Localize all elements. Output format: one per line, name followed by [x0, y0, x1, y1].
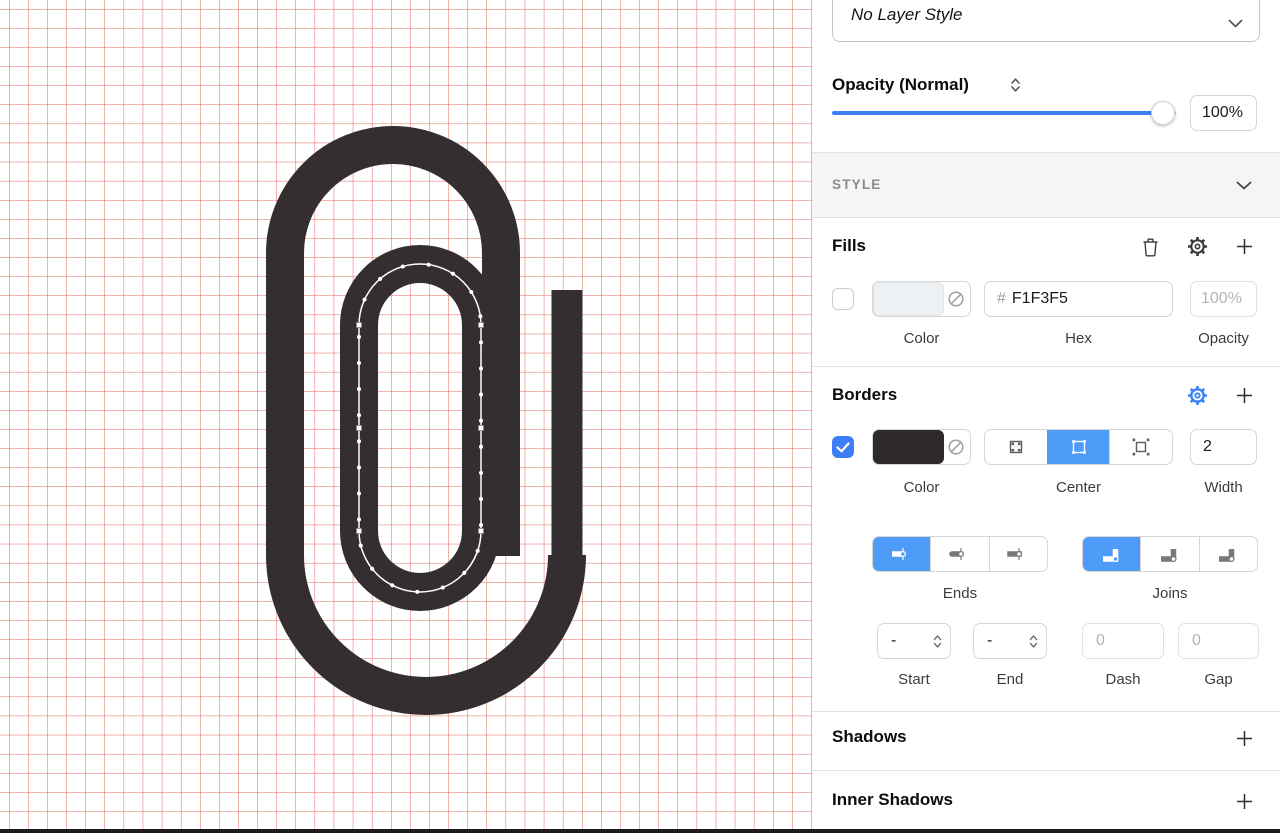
- no-color-icon: [948, 439, 964, 455]
- arrow-end-value: -: [987, 632, 993, 649]
- vector-handle[interactable]: [356, 425, 362, 431]
- style-section-header[interactable]: STYLE: [812, 153, 1280, 217]
- opacity-value: 100%: [1202, 104, 1243, 121]
- end-cap-butt[interactable]: [873, 537, 931, 571]
- checkmark-icon: [836, 441, 850, 452]
- end-cap-square[interactable]: [988, 537, 1047, 571]
- ends-label: Ends: [942, 585, 978, 602]
- border-color-label: Color: [903, 479, 940, 496]
- arrow-end-dropdown[interactable]: -: [973, 623, 1047, 659]
- gap-value: 0: [1192, 632, 1201, 649]
- border-position-label: Center: [1055, 479, 1102, 496]
- border-width-value: 2: [1203, 438, 1212, 455]
- fill-hex-label: Hex: [1065, 330, 1092, 347]
- vector-handle[interactable]: [478, 322, 484, 328]
- blend-mode-stepper-icon[interactable]: [1010, 76, 1021, 94]
- divider: [812, 770, 1280, 771]
- dash-field[interactable]: 0: [1082, 623, 1164, 659]
- fill-color-swatch[interactable]: [872, 281, 971, 317]
- add-shadow-icon[interactable]: [1236, 730, 1253, 747]
- vector-handle[interactable]: [478, 425, 484, 431]
- add-fill-icon[interactable]: [1236, 238, 1253, 255]
- border-width-label: Width: [1204, 479, 1243, 496]
- fill-color-label: Color: [903, 330, 940, 347]
- window-bottom-edge: [0, 829, 1280, 833]
- start-label: Start: [898, 671, 930, 688]
- border-position-center[interactable]: [1046, 430, 1110, 464]
- round-join-icon: [1160, 548, 1177, 562]
- fill-color-chip: [873, 282, 944, 316]
- border-enabled-checkbox[interactable]: [832, 436, 854, 458]
- gap-field[interactable]: 0: [1178, 623, 1259, 659]
- dash-label: Dash: [1105, 671, 1141, 688]
- borders-gear-icon[interactable]: [1187, 385, 1208, 406]
- style-section-label: STYLE: [832, 177, 882, 192]
- join-round[interactable]: [1140, 537, 1198, 571]
- vector-handle[interactable]: [356, 528, 362, 534]
- border-position-inside[interactable]: [985, 430, 1047, 464]
- fill-opacity-value: 100%: [1201, 290, 1242, 307]
- line-ends-segmented: [872, 536, 1048, 572]
- fill-opacity-label: Opacity: [1198, 330, 1249, 347]
- border-color-swatch[interactable]: [872, 429, 971, 465]
- dash-value: 0: [1096, 632, 1105, 649]
- stepper-icon[interactable]: [933, 634, 942, 649]
- joins-label: Joins: [1152, 585, 1188, 602]
- divider: [812, 217, 1280, 218]
- opacity-slider-track[interactable]: [832, 111, 1176, 115]
- borders-title: Borders: [832, 385, 898, 404]
- stepper-icon[interactable]: [1029, 634, 1038, 649]
- layer-style-dropdown[interactable]: No Layer Style: [832, 0, 1260, 42]
- canvas-svg[interactable]: [0, 0, 812, 833]
- join-bevel[interactable]: [1198, 537, 1257, 571]
- fill-enabled-checkbox[interactable]: [832, 288, 854, 310]
- border-center-icon: [1071, 440, 1086, 454]
- opacity-value-field[interactable]: 100%: [1190, 95, 1257, 131]
- inner-shadows-title: Inner Shadows: [832, 790, 953, 809]
- vector-handle[interactable]: [478, 528, 484, 534]
- shadows-title: Shadows: [832, 727, 907, 746]
- border-color-chip: [873, 430, 944, 464]
- bevel-join-icon: [1219, 548, 1235, 562]
- arrow-start-value: -: [891, 632, 897, 649]
- fill-hex-field[interactable]: # F1F3F5: [984, 281, 1173, 317]
- chevron-down-icon[interactable]: [1228, 19, 1243, 28]
- chevron-down-icon[interactable]: [1236, 181, 1252, 190]
- no-color-icon: [948, 291, 964, 307]
- gap-label: Gap: [1204, 671, 1233, 688]
- layer-style-value: No Layer Style: [851, 5, 963, 24]
- end-label: End: [996, 671, 1024, 688]
- fills-gear-icon[interactable]: [1187, 236, 1208, 257]
- opacity-section-label: Opacity (Normal): [832, 75, 969, 94]
- hex-prefix: #: [997, 290, 1006, 307]
- round-cap-icon: [949, 548, 965, 560]
- fill-opacity-field[interactable]: 100%: [1190, 281, 1257, 317]
- add-inner-shadow-icon[interactable]: [1236, 793, 1253, 810]
- opacity-slider-thumb[interactable]: [1151, 101, 1175, 125]
- inspector-panel: No Layer Style Opacity (Normal) 100% STY…: [812, 0, 1280, 833]
- divider: [812, 366, 1280, 367]
- butt-cap-icon: [891, 548, 906, 560]
- fills-title: Fills: [832, 236, 867, 255]
- end-cap-round[interactable]: [930, 537, 988, 571]
- border-inside-icon: [1009, 440, 1023, 454]
- miter-join-icon: [1102, 548, 1119, 562]
- line-joins-segmented: [1082, 536, 1258, 572]
- divider: [812, 711, 1280, 712]
- border-position-outside[interactable]: [1109, 430, 1172, 464]
- add-border-icon[interactable]: [1236, 387, 1253, 404]
- canvas-area[interactable]: [0, 0, 812, 833]
- fill-hex-value: F1F3F5: [1011, 290, 1068, 307]
- trash-icon[interactable]: [1141, 237, 1160, 258]
- vector-handle[interactable]: [356, 322, 362, 328]
- border-outside-icon: [1132, 438, 1150, 456]
- border-position-segmented: [984, 429, 1173, 465]
- join-miter[interactable]: [1083, 537, 1141, 571]
- border-width-field[interactable]: 2: [1190, 429, 1257, 465]
- square-cap-icon: [1007, 548, 1023, 560]
- arrow-start-dropdown[interactable]: -: [877, 623, 951, 659]
